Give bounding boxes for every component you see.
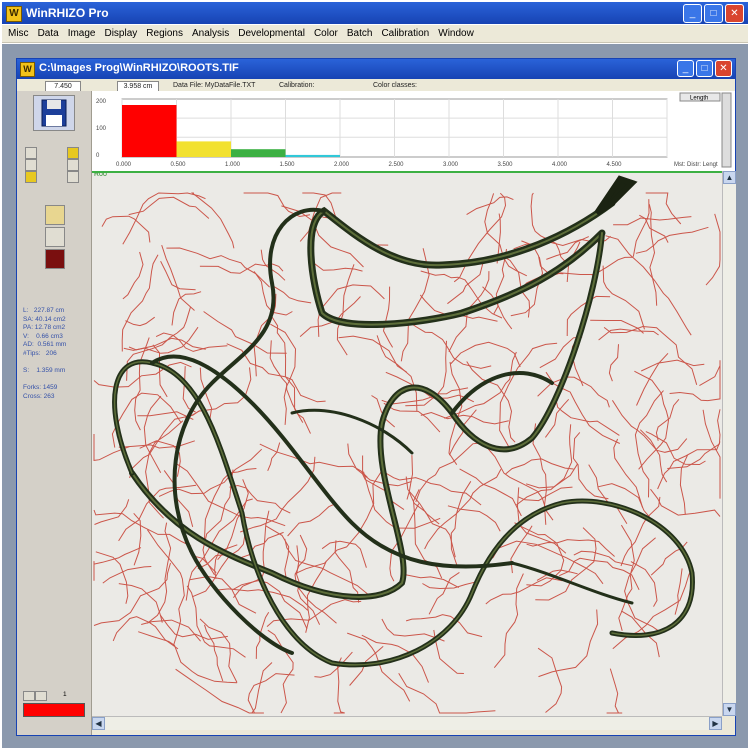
zoom-icon[interactable] [67, 147, 79, 159]
data-file-label: Data File: MyDataFile.TXT [173, 82, 256, 89]
histogram-x-tick: 0.500 [171, 162, 187, 168]
prev-page-icon[interactable] [23, 691, 35, 701]
menu-bar: Misc Data Image Display Regions Analysis Devel… [2, 25, 748, 43]
histogram-x-tick: 1.500 [280, 162, 296, 168]
menu-item-display[interactable]: Display [104, 28, 137, 39]
histogram-footer: Mst: Distr: Lengt [674, 162, 718, 168]
menu-item-developmental[interactable]: Developmental [238, 28, 305, 39]
histogram: 200 100 0 0.000 0.500 1.000 1.500 2.000 2.500 3.0… [92, 91, 735, 172]
histogram-y-tick: 200 [96, 99, 107, 105]
image-window-titlebar: W C:\Images Prog\WinRHIZO\ROOTS.TIF _ □ … [17, 59, 735, 79]
histogram-y-tick: 100 [96, 126, 107, 132]
color-class-swatch[interactable] [23, 703, 85, 717]
child-maximize-button[interactable]: □ [696, 60, 713, 77]
histogram-bar [122, 105, 177, 157]
histogram-y-tick: 0 [96, 153, 100, 159]
menu-item-color[interactable]: Color [314, 28, 338, 39]
image-window-icon: W [20, 62, 35, 77]
move-tool-icon[interactable] [67, 171, 79, 183]
horizontal-scrollbar[interactable]: ◀ ▶ [92, 716, 722, 730]
histogram-x-tick: 2.500 [389, 162, 405, 168]
child-close-button[interactable]: ✕ [715, 60, 732, 77]
app-titlebar: W WinRHIZO Pro _ □ ✕ [2, 2, 748, 24]
menu-item-misc[interactable]: Misc [8, 28, 29, 39]
status-strip: 7.450 3.958 cm Data File: MyDataFile.TXT… [17, 80, 735, 92]
pen-tool-icon[interactable] [25, 147, 37, 159]
histogram-x-tick: 0.000 [116, 162, 132, 168]
histogram-bar [285, 154, 340, 157]
next-page-icon[interactable] [35, 691, 47, 701]
tool-icon[interactable] [45, 205, 65, 225]
maximize-button[interactable]: □ [704, 4, 723, 23]
histogram-bar [231, 149, 286, 157]
menu-item-image[interactable]: Image [68, 28, 96, 39]
image-window: W C:\Images Prog\WinRHIZO\ROOTS.TIF _ □ … [16, 58, 736, 736]
root-image [93, 175, 721, 714]
histogram-x-tick: 3.500 [498, 162, 514, 168]
app-title: WinRHIZO Pro [26, 6, 109, 20]
close-button[interactable]: ✕ [725, 4, 744, 23]
menu-item-analysis[interactable]: Analysis [192, 28, 229, 39]
tool-panel: L: 227.87 cm SA: 40.14 cm2 PA: 12.78 cm2… [17, 91, 92, 735]
histogram-x-tick: 4.500 [607, 162, 623, 168]
scroll-up-icon[interactable]: ▲ [723, 171, 736, 184]
histogram-x-tick: 3.000 [443, 162, 459, 168]
image-header-label: Roo [94, 171, 107, 178]
mdi-area: W C:\Images Prog\WinRHIZO\ROOTS.TIF _ □ … [2, 44, 748, 748]
histogram-x-tick: 4.000 [552, 162, 568, 168]
vertical-scrollbar[interactable]: ▲ ▼ [722, 171, 736, 716]
measure-icon[interactable] [25, 171, 37, 183]
histogram-bar [176, 141, 231, 157]
scroll-left-icon[interactable]: ◀ [92, 717, 105, 730]
histogram-scrollbar[interactable] [721, 92, 732, 168]
calibration-label: Calibration: [279, 82, 315, 89]
histogram-x-tick: 2.000 [334, 162, 350, 168]
select-tool-icon[interactable] [67, 159, 79, 171]
histogram-chart: 200 100 0 0.000 0.500 1.000 1.500 2.000 2.500 3.0… [96, 92, 732, 168]
page-row: 1 [23, 691, 83, 701]
minimize-button[interactable]: _ [683, 4, 702, 23]
page-number: 1 [63, 691, 67, 698]
image-window-title: C:\Images Prog\WinRHIZO\ROOTS.TIF [39, 62, 239, 74]
analysis-stats: L: 227.87 cm SA: 40.14 cm2 PA: 12.78 cm2… [23, 307, 67, 400]
color-icon[interactable] [45, 249, 65, 269]
menu-item-regions[interactable]: Regions [146, 28, 183, 39]
child-minimize-button[interactable]: _ [677, 60, 694, 77]
menu-item-batch[interactable]: Batch [347, 28, 373, 39]
menu-item-window[interactable]: Window [438, 28, 474, 39]
roots-view-icon[interactable] [45, 227, 65, 247]
line-tool-icon[interactable] [25, 159, 37, 171]
save-icon[interactable] [33, 95, 75, 131]
histogram-legend[interactable]: Length [690, 96, 708, 102]
scroll-right-icon[interactable]: ▶ [709, 717, 722, 730]
histogram-x-tick: 1.000 [225, 162, 241, 168]
root-image-canvas[interactable]: Roo [92, 171, 722, 718]
app-logo-icon: W [6, 6, 22, 22]
menu-item-data[interactable]: Data [38, 28, 59, 39]
menu-item-calibration[interactable]: Calibration [381, 28, 429, 39]
scroll-down-icon[interactable]: ▼ [723, 703, 736, 716]
color-classes-label: Color classes: [373, 82, 417, 89]
